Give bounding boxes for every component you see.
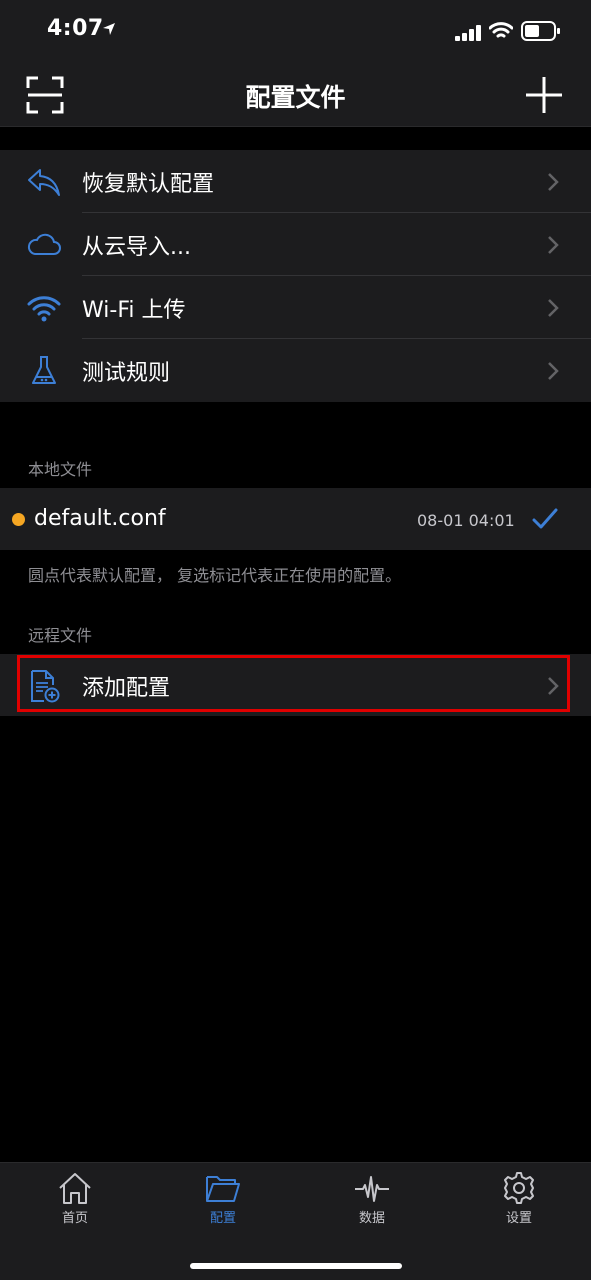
chevron-right-icon bbox=[548, 236, 559, 254]
file-date: 08-01 04:01 bbox=[417, 511, 515, 530]
file-name: default.conf bbox=[34, 506, 166, 531]
status-time: 4:07 bbox=[47, 16, 104, 41]
tab-label: 配置 bbox=[209, 1211, 236, 1226]
import-from-cloud-row[interactable]: 从云导入... bbox=[0, 213, 591, 276]
cellular-signal-icon bbox=[455, 25, 481, 41]
home-icon bbox=[59, 1173, 91, 1204]
wifi-icon bbox=[27, 296, 61, 322]
chevron-right-icon bbox=[548, 173, 559, 191]
default-conf-row[interactable]: default.conf 08-01 04:01 bbox=[0, 488, 591, 550]
local-files-header: 本地文件 bbox=[28, 460, 93, 479]
tab-config[interactable]: 配置 bbox=[173, 1171, 273, 1226]
restore-default-row[interactable]: 恢复默认配置 bbox=[0, 150, 591, 213]
tab-label: 首页 bbox=[61, 1211, 88, 1226]
reply-arrow-icon bbox=[28, 169, 60, 196]
actions-group: 恢复默认配置 从云导入... Wi-Fi 上传 测试规则 bbox=[0, 150, 591, 402]
tab-settings[interactable]: 设置 bbox=[469, 1171, 569, 1226]
cloud-icon bbox=[27, 233, 61, 255]
chevron-right-icon bbox=[548, 362, 559, 380]
gear-icon bbox=[504, 1172, 534, 1204]
chevron-right-icon bbox=[548, 299, 559, 317]
status-bar: 4:07 bbox=[0, 0, 591, 64]
navigation-bar: 配置文件 bbox=[0, 64, 591, 127]
battery-icon bbox=[521, 21, 560, 41]
location-arrow-icon bbox=[103, 23, 115, 35]
test-rules-label: 测试规则 bbox=[82, 361, 171, 386]
wifi-upload-row[interactable]: Wi-Fi 上传 bbox=[0, 276, 591, 339]
waveform-icon bbox=[355, 1176, 389, 1202]
screen: 4:07 配置文件 恢复默认配置 从云导入... Wi-Fi 上传 测试规则 本… bbox=[0, 0, 591, 1280]
home-indicator[interactable] bbox=[190, 1263, 402, 1269]
import-from-cloud-label: 从云导入... bbox=[82, 235, 191, 260]
restore-default-label: 恢复默认配置 bbox=[82, 172, 215, 197]
highlight-box bbox=[17, 655, 570, 712]
wifi-status-icon bbox=[489, 22, 513, 38]
folder-icon bbox=[206, 1176, 240, 1202]
remote-files-header: 远程文件 bbox=[28, 626, 93, 645]
wifi-upload-label: Wi-Fi 上传 bbox=[82, 298, 186, 323]
default-dot-indicator bbox=[12, 513, 25, 526]
flask-icon bbox=[32, 356, 56, 384]
tab-label: 设置 bbox=[505, 1211, 532, 1226]
checkmark-icon bbox=[532, 508, 558, 529]
tab-data[interactable]: 数据 bbox=[322, 1171, 422, 1226]
add-icon[interactable] bbox=[524, 75, 564, 115]
test-rules-row[interactable]: 测试规则 bbox=[0, 339, 591, 402]
page-title: 配置文件 bbox=[245, 83, 346, 112]
tab-label: 数据 bbox=[358, 1211, 385, 1226]
footnote: 圆点代表默认配置， 复选标记代表正在使用的配置。 bbox=[28, 566, 402, 585]
tab-home[interactable]: 首页 bbox=[25, 1171, 125, 1226]
